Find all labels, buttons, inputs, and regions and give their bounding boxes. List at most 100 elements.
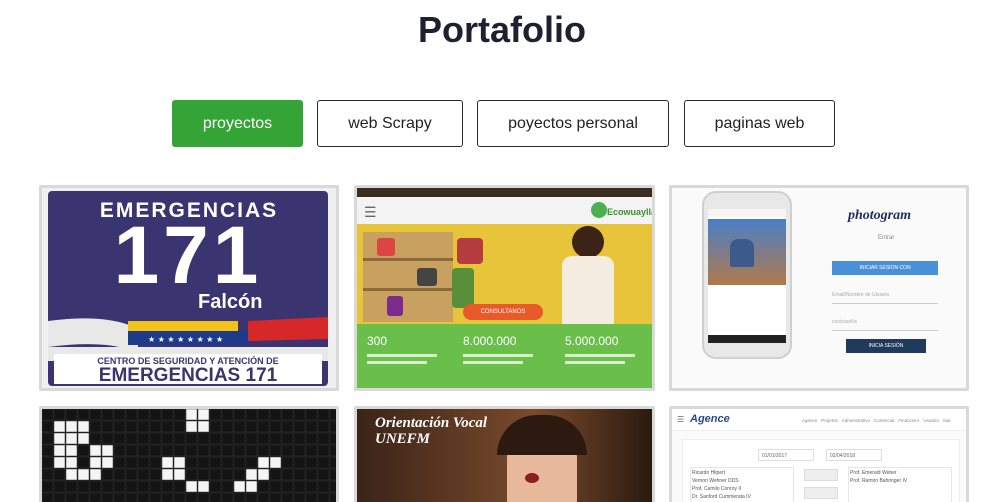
emergencias-logo: EMERGENCIAS 171 Falcón ★ ★ ★ ★ ★ ★ ★ ★ C… — [48, 191, 328, 386]
pixel-cell — [221, 432, 234, 445]
pixel-cell — [89, 492, 102, 502]
phone-mockup — [702, 191, 792, 359]
pixel-grid-thumbnail — [42, 409, 336, 502]
project-card-pixel-game[interactable] — [39, 406, 339, 502]
agence-nav: Agence Projetos Administrativo Comercial… — [802, 418, 951, 423]
pixel-cell — [269, 492, 282, 502]
pixel-cell — [221, 456, 234, 469]
pixel-cell — [149, 456, 162, 469]
pixel-cell — [317, 432, 330, 445]
agence-consultant-item: Dr. Sanford Cummerata IV — [692, 494, 751, 500]
project-card-orientacion-vocal[interactable]: Orientación Vocal UNEFM — [354, 406, 655, 502]
project-card-emergencias[interactable]: EMERGENCIAS 171 Falcón ★ ★ ★ ★ ★ ★ ★ ★ C… — [39, 185, 339, 391]
filter-web-scrapy-button[interactable]: web Scrapy — [317, 100, 463, 147]
pixel-cell — [305, 456, 318, 469]
pixel-cell — [293, 409, 306, 421]
pixel-cell — [113, 492, 126, 502]
pixel-cell — [257, 468, 270, 481]
agence-nav-item: Comercial — [874, 418, 895, 423]
pixel-cell — [137, 480, 150, 493]
pixel-cell — [317, 409, 330, 421]
filter-poyectos-personal-button[interactable]: poyectos personal — [477, 100, 669, 147]
pixel-cell — [281, 444, 294, 457]
emergencias-bottom-text: EMERGENCIAS 171 — [98, 365, 278, 386]
pixel-cell — [269, 468, 282, 481]
pixel-cell — [161, 409, 174, 421]
project-card-agence[interactable]: ☰ Agence Agence Projetos Administrativo … — [669, 406, 969, 502]
pixel-cell — [42, 468, 54, 481]
pixel-cell — [197, 420, 210, 433]
orientacion-screenshot: Orientación Vocal UNEFM — [357, 409, 652, 502]
pixel-cell — [53, 480, 66, 493]
pixel-cell — [101, 432, 114, 445]
pixel-cell — [293, 420, 306, 433]
pixel-cell — [281, 420, 294, 433]
pixel-cell — [221, 468, 234, 481]
pixel-cell — [137, 444, 150, 457]
ecowuaylla-stat-3: 5.000.000 — [565, 334, 619, 348]
pixel-cell — [77, 468, 90, 481]
pixel-cell — [269, 409, 282, 421]
pixel-cell — [53, 468, 66, 481]
pixel-cell — [209, 480, 222, 493]
pixel-cell — [329, 480, 336, 493]
pixel-cell — [197, 468, 210, 481]
pixel-cell — [269, 432, 282, 445]
agence-selected-consultant: Prof. Ramiro Bahringer IV — [850, 478, 908, 484]
ecowuaylla-screenshot: ☰ Ecowuaylla CONSULTANOS 300 8.000.000 5… — [357, 188, 652, 388]
pixel-cell — [185, 480, 198, 493]
pixel-cell — [101, 492, 114, 502]
pixel-cell — [149, 409, 162, 421]
pixel-cell — [137, 420, 150, 433]
pixel-cell — [173, 492, 186, 502]
pixel-cell — [101, 409, 114, 421]
filter-proyectos-button[interactable]: proyectos — [172, 100, 303, 147]
pixel-cell — [233, 444, 246, 457]
project-card-ecowuaylla[interactable]: ☰ Ecowuaylla CONSULTANOS 300 8.000.000 5… — [354, 185, 655, 391]
photogram-brand: photogram — [848, 208, 912, 223]
pixel-cell — [221, 420, 234, 433]
pixel-cell — [77, 444, 90, 457]
pixel-cell — [257, 432, 270, 445]
pixel-cell — [329, 420, 336, 433]
pixel-cell — [65, 468, 78, 481]
agence-date-to: 02/04/2018 — [826, 449, 882, 461]
pixel-cell — [161, 432, 174, 445]
pixel-cell — [185, 468, 198, 481]
pixel-cell — [161, 444, 174, 457]
pixel-cell — [197, 432, 210, 445]
pixel-cell — [269, 444, 282, 457]
pixel-cell — [77, 456, 90, 469]
pixel-cell — [329, 409, 336, 421]
pixel-cell — [329, 444, 336, 457]
pixel-cell — [329, 492, 336, 502]
ecowuaylla-stat-1: 300 — [367, 334, 388, 348]
pixel-cell — [269, 456, 282, 469]
pixel-cell — [113, 432, 126, 445]
pixel-cell — [149, 468, 162, 481]
pixel-cell — [77, 420, 90, 433]
pixel-cell — [101, 444, 114, 457]
pixel-cell — [233, 409, 246, 421]
pixel-cell — [42, 432, 54, 445]
agence-nav-item: Projetos — [821, 418, 838, 423]
pixel-cell — [233, 420, 246, 433]
pixel-cell — [53, 492, 66, 502]
pixel-cell — [65, 432, 78, 445]
pixel-cell — [113, 468, 126, 481]
pixel-cell — [125, 444, 138, 457]
pixel-cell — [317, 468, 330, 481]
pixel-cell — [89, 468, 102, 481]
pixel-cell — [161, 468, 174, 481]
ecowuaylla-menu-icon: ☰ — [364, 204, 377, 220]
pixel-cell — [77, 409, 90, 421]
project-card-photogram[interactable]: photogram Entrar INICIAR SESION CON Emai… — [669, 185, 969, 391]
agence-nav-item: Agence — [802, 418, 818, 423]
pixel-cell — [317, 444, 330, 457]
pixel-cell — [245, 492, 258, 502]
filter-paginas-web-button[interactable]: paginas web — [684, 100, 835, 147]
pixel-cell — [137, 432, 150, 445]
pixel-cell — [89, 444, 102, 457]
pixel-cell — [125, 468, 138, 481]
pixel-cell — [233, 492, 246, 502]
